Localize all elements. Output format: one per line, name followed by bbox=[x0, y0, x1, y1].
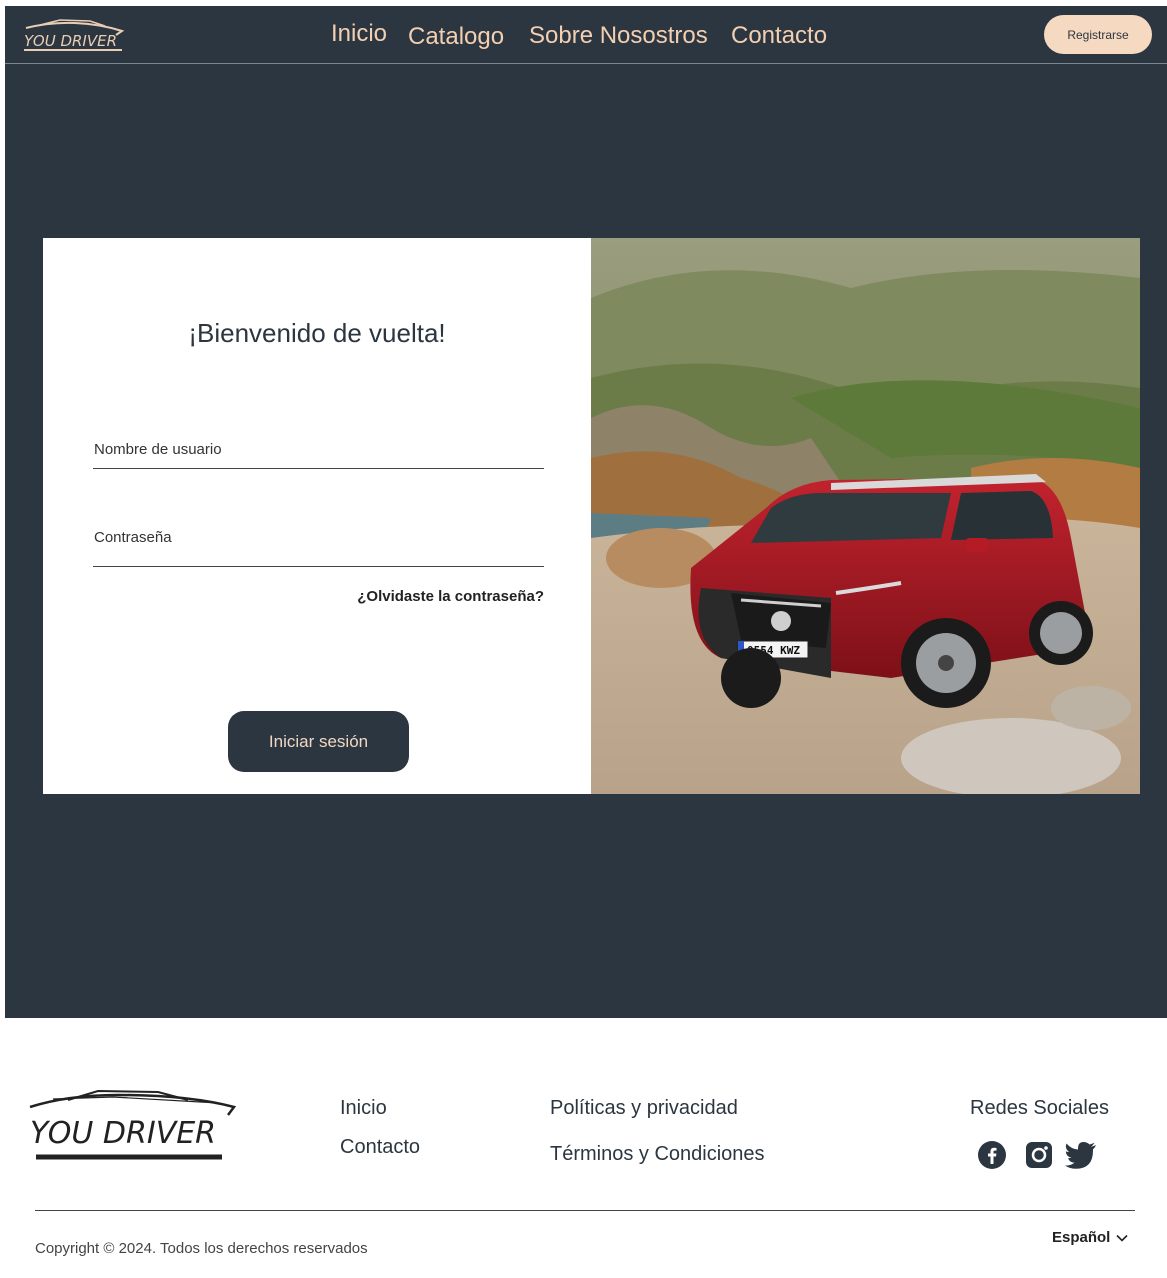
facebook-icon[interactable] bbox=[977, 1140, 1007, 1170]
language-label: Español bbox=[1052, 1229, 1111, 1246]
forgot-password-link[interactable]: ¿Olvidaste la contraseña? bbox=[357, 588, 544, 605]
twitter-icon[interactable] bbox=[1064, 1140, 1098, 1170]
login-form-panel: ¡Bienvenido de vuelta! Nombre de usuario… bbox=[43, 238, 591, 794]
social-title: Redes Sociales bbox=[970, 1097, 1109, 1119]
nav-contacto[interactable]: Contacto bbox=[731, 22, 827, 50]
login-button[interactable]: Iniciar sesión bbox=[228, 711, 409, 772]
top-navbar: YOU DRIVER Inicio Catalogo Sobre Nosostr… bbox=[5, 6, 1167, 64]
register-button[interactable]: Registrarse bbox=[1044, 15, 1152, 54]
you-driver-logo[interactable]: YOU DRIVER bbox=[20, 14, 130, 54]
copyright-text: Copyright © 2024. Todos los derechos res… bbox=[35, 1240, 368, 1257]
password-underline bbox=[93, 566, 544, 567]
footer-link-inicio[interactable]: Inicio bbox=[340, 1097, 387, 1120]
instagram-icon[interactable] bbox=[1024, 1140, 1054, 1170]
password-field[interactable]: Contraseña bbox=[94, 529, 172, 546]
footer-link-contacto[interactable]: Contacto bbox=[340, 1136, 420, 1159]
car-landscape-illustration: 0554 KWZ bbox=[591, 238, 1140, 794]
footer-logo-text: YOU DRIVER bbox=[30, 1116, 216, 1151]
nav-catalogo[interactable]: Catalogo bbox=[408, 23, 504, 51]
chevron-down-icon bbox=[1116, 1234, 1128, 1242]
logo-text: YOU DRIVER bbox=[24, 32, 117, 50]
language-selector[interactable]: Español bbox=[1052, 1229, 1128, 1246]
nav-sobre-nosotros[interactable]: Sobre Nosostros bbox=[529, 22, 708, 50]
car-photo: 0554 KWZ bbox=[591, 238, 1140, 794]
footer-divider bbox=[35, 1210, 1135, 1211]
username-underline bbox=[93, 468, 544, 469]
nav-inicio[interactable]: Inicio bbox=[331, 20, 387, 48]
footer-link-politicas[interactable]: Políticas y privacidad bbox=[550, 1097, 738, 1120]
welcome-title: ¡Bienvenido de vuelta! bbox=[188, 318, 446, 348]
username-field[interactable]: Nombre de usuario bbox=[94, 441, 222, 458]
footer-link-terminos[interactable]: Términos y Condiciones bbox=[550, 1143, 765, 1166]
footer-you-driver-logo[interactable]: YOU DRIVER bbox=[28, 1085, 238, 1165]
